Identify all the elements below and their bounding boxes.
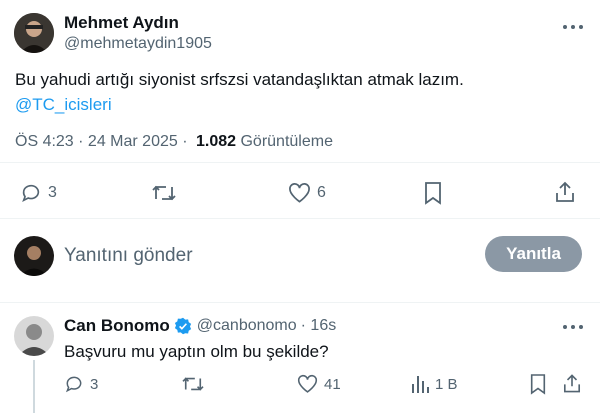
tweet-meta: ÖS 4:23 · 24 Mar 2025 · 1.082 Görüntülem… [15,133,333,151]
reply-like-count: 41 [324,375,341,393]
reply-reply-count: 3 [90,375,99,393]
share-icon [563,374,581,393]
reply-author-name[interactable]: Can Bonomo [64,316,170,336]
like-icon [297,374,318,393]
thread-line [33,360,35,413]
views-count: 1.082 [195,133,237,150]
views-icon [412,376,429,393]
user-avatar[interactable] [14,236,54,276]
share-button[interactable] [555,181,575,203]
reply-button[interactable]: 3 [20,182,57,204]
bookmark-button[interactable] [423,181,443,205]
reply-author-avatar[interactable] [14,316,54,356]
reply-input[interactable]: Yanıtını gönder [64,245,464,267]
like-button[interactable]: 6 [288,182,326,204]
reply-time[interactable]: · 16s [301,317,337,335]
reply-header: Can Bonomo @canbonomo · 16s [64,316,336,336]
bookmark-icon [425,182,441,205]
views-label: Görüntüleme [240,133,333,150]
tweet-time[interactable]: ÖS 4:23 · 24 Mar 2025 · [15,133,188,150]
reply-reply-button[interactable]: 3 [64,374,98,394]
divider [0,302,600,303]
reply-count: 3 [48,184,57,201]
more-icon[interactable] [562,324,584,330]
like-count: 6 [317,184,326,201]
reply-icon [22,184,40,203]
reply-views-button[interactable]: 1 B [411,374,458,394]
reply-bookmark-button[interactable] [529,373,547,395]
tweet-text: Bu yahudi artığı siyonist srfszsi vatand… [15,70,464,89]
retweet-icon [182,377,204,391]
retweet-button[interactable] [152,182,176,204]
bookmark-icon [530,374,546,395]
author-name[interactable]: Mehmet Aydın [64,13,179,33]
divider [0,218,600,219]
more-icon[interactable] [562,24,584,30]
reply-text: Başvuru mu yaptın olm bu şekilde? [64,342,329,361]
reply-like-button[interactable]: 41 [297,374,341,394]
author-handle[interactable]: @mehmetaydin1905 [64,35,212,53]
reply-retweet-button[interactable] [182,374,204,394]
like-icon [289,183,310,203]
retweet-icon [152,185,176,201]
reply-views-count: 1 B [435,375,458,393]
divider [0,162,600,163]
verified-icon [174,317,191,335]
reply-share-button[interactable] [563,373,581,394]
mention-link[interactable]: @TC_icisleri [15,95,112,115]
share-icon [556,181,574,202]
author-avatar[interactable] [14,13,54,53]
reply-submit-button[interactable]: Yanıtla [485,236,582,272]
reply-author-handle[interactable]: @canbonomo [197,317,297,335]
reply-icon [65,376,82,393]
